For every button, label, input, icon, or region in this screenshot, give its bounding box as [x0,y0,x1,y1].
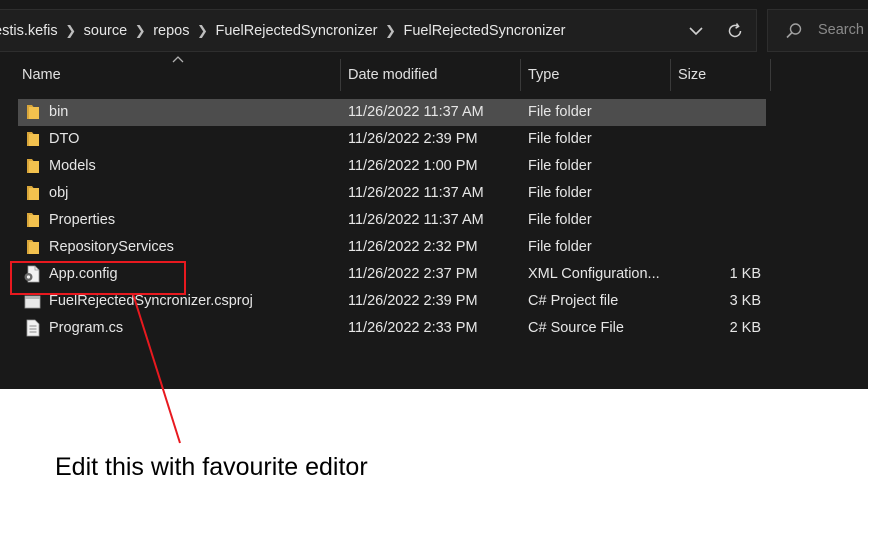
file-date: 11/26/2022 1:00 PM [348,158,478,174]
file-type: File folder [528,131,592,147]
file-name: obj [49,185,69,201]
list-item-program-cs[interactable]: Program.cs 11/26/2022 2:33 PM C# Source … [18,315,766,342]
file-name: bin [49,104,69,120]
file-date: 11/26/2022 2:39 PM [348,131,478,147]
chevron-right-icon: ❯ [197,22,208,38]
file-type: C# Source File [528,320,624,336]
column-header-name[interactable]: Name [15,59,340,91]
file-size [668,207,761,234]
file-name: Models [49,158,96,174]
file-name: RepositoryServices [49,239,174,255]
file-name: Program.cs [49,320,124,336]
list-item-dto[interactable]: DTO 11/26/2022 2:39 PM File folder [18,126,766,153]
search-icon [786,23,802,39]
file-type: File folder [528,104,592,120]
folder-icon [27,240,39,254]
file-type: File folder [528,158,592,174]
screenshot-page: estis.kefis ❯ source ❯ repos ❯ FuelRejec… [0,0,893,549]
highlight-box [10,261,186,295]
column-header-type[interactable]: Type [521,59,670,91]
file-size [668,99,761,126]
file-date: 11/26/2022 2:37 PM [348,266,478,282]
column-header-date[interactable]: Date modified [341,59,520,91]
file-size: 2 KB [729,320,761,336]
file-size [668,180,761,207]
file-type: C# Project file [528,293,619,309]
file-type: XML Configuration... [528,266,660,282]
file-size: 1 KB [729,266,761,282]
address-bar[interactable]: estis.kefis ❯ source ❯ repos ❯ FuelRejec… [0,9,757,52]
list-item-repositoryservices[interactable]: RepositoryServices 11/26/2022 2:32 PM Fi… [18,234,766,261]
file-date: 11/26/2022 2:32 PM [348,239,478,255]
chevron-right-icon: ❯ [134,22,146,38]
file-name: DTO [49,131,80,147]
chevron-right-icon: ❯ [385,22,396,38]
file-date: 11/26/2022 2:39 PM [348,293,478,309]
column-header-row: Name Date modified Type Size [0,59,868,91]
file-size [668,126,761,153]
sort-ascending-icon [172,56,184,63]
file-date: 11/26/2022 11:37 AM [348,212,484,228]
breadcrumb-item-solution[interactable]: FuelRejectedSyncronizer [215,23,377,39]
file-size [668,153,761,180]
file-size [668,234,761,261]
file-type: File folder [528,239,592,255]
breadcrumb-item-source[interactable]: source [84,23,128,39]
column-divider[interactable] [770,59,771,91]
folder-icon [27,213,39,227]
folder-icon [27,105,39,119]
file-date: 11/26/2022 11:37 AM [348,185,484,201]
breadcrumb-item-estis-kefis[interactable]: estis.kefis [0,23,58,39]
list-item-models[interactable]: Models 11/26/2022 1:00 PM File folder [18,153,766,180]
search-placeholder: Search [818,22,864,38]
folder-icon [27,186,39,200]
file-type: File folder [528,212,592,228]
chevron-down-icon[interactable] [686,22,706,40]
refresh-icon[interactable] [725,21,745,41]
file-type: File folder [528,185,592,201]
breadcrumb-item-project[interactable]: FuelRejectedSyncronizer [403,23,565,39]
file-name: Properties [49,212,116,228]
list-item-bin[interactable]: bin 11/26/2022 11:37 AM File folder [18,99,766,126]
folder-icon [27,132,39,146]
breadcrumb-item-repos[interactable]: repos [153,23,189,39]
folder-icon [27,159,39,173]
annotation-note: Edit this with favourite editor [55,453,368,481]
list-item-properties[interactable]: Properties 11/26/2022 11:37 AM File fold… [18,207,766,234]
file-explorer-window: estis.kefis ❯ source ❯ repos ❯ FuelRejec… [0,0,868,389]
cs-file-icon [26,319,40,337]
list-item-obj[interactable]: obj 11/26/2022 11:37 AM File folder [18,180,766,207]
search-input[interactable]: Search [767,9,868,52]
breadcrumb: estis.kefis ❯ source ❯ repos ❯ FuelRejec… [0,10,565,51]
file-size: 3 KB [729,293,761,309]
column-header-size[interactable]: Size [671,59,770,91]
file-date: 11/26/2022 11:37 AM [348,104,484,120]
chevron-right-icon: ❯ [65,22,77,38]
file-date: 11/26/2022 2:33 PM [348,320,478,336]
